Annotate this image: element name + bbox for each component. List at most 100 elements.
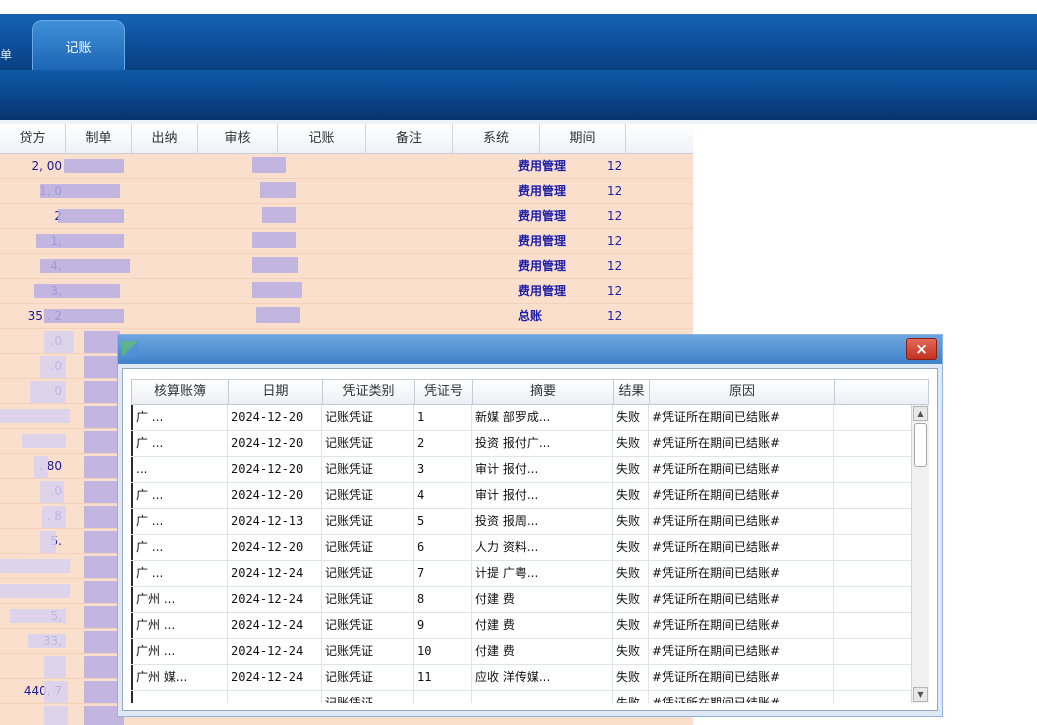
result-cell-book — [131, 691, 228, 703]
vertical-scrollbar[interactable]: ▲ ▼ — [911, 405, 929, 703]
column-header[interactable]: 期间 — [540, 124, 626, 153]
result-cell-date: 2024-12-24 — [228, 613, 322, 638]
redacted-block — [44, 681, 68, 703]
redacted-block — [0, 409, 70, 423]
table-row[interactable]: 2 费用管理 12 — [0, 204, 693, 229]
table-row[interactable]: 35 . 2总账12 — [0, 304, 693, 329]
tab-partial-label[interactable]: 单 — [0, 46, 12, 63]
result-row[interactable]: 广 ... 2024-12-13 记账凭证 5 投资 报周... 失败 #凭证所在期间已结账… — [131, 509, 911, 535]
result-cell-result: 失败 — [613, 483, 649, 508]
period-cell: 12 — [607, 184, 623, 198]
result-cell-type: 记账凭证 — [322, 431, 414, 456]
result-cell-result: 失败 — [613, 691, 649, 703]
result-cell-reason: #凭证所在期间已结账# — [649, 665, 834, 690]
scroll-down-icon[interactable]: ▼ — [913, 687, 928, 702]
result-cell-summary: 审计 报付... — [472, 457, 613, 482]
column-header[interactable]: 审核 — [198, 124, 278, 153]
table-row[interactable]: 1, 0费用管理12 — [0, 179, 693, 204]
redacted-block — [28, 634, 66, 648]
redacted-block — [256, 307, 300, 323]
result-cell-result: 失败 — [613, 405, 649, 430]
result-column-header[interactable]: 日期 — [229, 380, 323, 404]
result-cell-type: 记账凭证 — [322, 483, 414, 508]
result-row[interactable]: 广州 ... 2024-12-24 记账凭证 10 付建 费失败 #凭证所在期间已结账# — [131, 639, 911, 665]
result-cell-no: 11 — [414, 665, 472, 690]
table-row[interactable]: 1,费用管理12 — [0, 229, 693, 254]
table-row[interactable]: 4,费用管理12 — [0, 254, 693, 279]
result-cell-reason: #凭证所在期间已结账# — [649, 509, 834, 534]
result-cell-result: 失败 — [613, 431, 649, 456]
scroll-thumb[interactable] — [914, 423, 927, 467]
scroll-up-icon[interactable]: ▲ — [913, 406, 928, 421]
result-row[interactable]: 广 ... 2024-12-20 记账凭证 2 投资 报付广... 失败 #凭证所在期间已结… — [131, 431, 911, 457]
result-cell-summary: 付建 费 — [472, 639, 613, 664]
result-cell-book: 广 ... — [131, 483, 228, 508]
table-row[interactable]: 2, 00 费用管理 12 — [0, 154, 693, 179]
result-column-header[interactable]: 结果 — [614, 380, 650, 404]
result-cell-book: 广 ... — [131, 405, 228, 430]
result-cell-summary: 人力 资料... — [472, 535, 613, 560]
result-cell-type: 记账凭证 — [322, 665, 414, 690]
result-cell-book: ... — [131, 457, 228, 482]
result-cell-no: 3 — [414, 457, 472, 482]
result-cell-book: 广州 媒... — [131, 665, 228, 690]
result-cell-book: 广 ... — [131, 561, 228, 586]
result-column-header[interactable]: 核算账簿 — [132, 380, 229, 404]
result-column-header[interactable]: 凭证号 — [415, 380, 473, 404]
result-column-header[interactable]: 摘要 — [473, 380, 614, 404]
column-header[interactable]: 出纳 — [132, 124, 198, 153]
column-header[interactable]: 记账 — [278, 124, 366, 153]
result-cell-book: 广州 ... — [131, 639, 228, 664]
redacted-block — [40, 531, 56, 553]
result-row[interactable]: 记账凭证 失败 #凭证所在期间已结账# — [131, 691, 911, 703]
result-cell-type: 记账凭证 — [322, 587, 414, 612]
period-cell: 12 — [607, 159, 623, 173]
result-grid-body: 广 ... 2024-12-20 记账凭证 1 新媒 部罗成... 失败 #凭证所在期间已结… — [131, 405, 911, 703]
redacted-block — [40, 356, 66, 378]
result-row[interactable]: 广 ... 2024-12-20 记账凭证 6 人力 资料... 失败 #凭证所在期间已结账… — [131, 535, 911, 561]
result-cell-no: 8 — [414, 587, 472, 612]
redacted-block — [58, 209, 124, 223]
result-cell-reason: #凭证所在期间已结账# — [649, 535, 834, 560]
period-cell: 12 — [607, 234, 623, 248]
result-cell-result: 失败 — [613, 457, 649, 482]
result-row[interactable]: 广 ... 2024-12-20 记账凭证 1 新媒 部罗成... 失败 #凭证所在期间已结… — [131, 405, 911, 431]
top-strip — [0, 0, 1037, 14]
result-row[interactable]: 广州 ... 2024-12-24 记账凭证 9 付建 费失败 #凭证所在期间已结账# — [131, 613, 911, 639]
dialog-title-bar[interactable]: × — [118, 335, 942, 364]
result-row[interactable]: 广州 媒... 2024-12-24 记账凭证 11 应收 洋传媒... 失败 #凭证所在期… — [131, 665, 911, 691]
result-cell-type: 记账凭证 — [322, 691, 414, 703]
column-header[interactable]: 制单 — [66, 124, 132, 153]
result-column-header[interactable]: 凭证类别 — [323, 380, 415, 404]
system-cell: 费用管理 — [518, 234, 567, 248]
result-cell-result: 失败 — [613, 509, 649, 534]
dialog-body: 核算账簿 日期 凭证类别 凭证号 摘要 结果 原因 广 ... 2024-12-20 记账凭证 1… — [122, 368, 938, 711]
result-row[interactable]: ... 2024-12-20 记账凭证 3 审计 报付... 失败 #凭证所在期间已结账# — [131, 457, 911, 483]
close-icon[interactable]: × — [906, 338, 937, 360]
column-header[interactable]: 系统 — [453, 124, 540, 153]
result-cell-type: 记账凭证 — [322, 613, 414, 638]
result-cell-no: 10 — [414, 639, 472, 664]
result-cell-summary: 付建 费 — [472, 613, 613, 638]
result-row[interactable]: 广州 ... 2024-12-24 记账凭证 8 付建 费失败 #凭证所在期间已结账# — [131, 587, 911, 613]
system-cell: 总账 — [518, 309, 543, 323]
redacted-block — [44, 656, 66, 678]
column-header[interactable]: 贷方 — [0, 124, 66, 153]
result-cell-date: 2024-12-20 — [228, 457, 322, 482]
result-column-header[interactable]: 原因 — [650, 380, 835, 404]
redacted-block — [40, 184, 120, 198]
table-row[interactable]: 3,费用管理12 — [0, 279, 693, 304]
tab-bar — [0, 14, 1037, 70]
redacted-block — [252, 232, 296, 248]
result-grid-header: 核算账簿 日期 凭证类别 凭证号 摘要 结果 原因 — [131, 379, 929, 405]
tab-bookkeeping[interactable]: 记账 — [32, 20, 125, 70]
result-cell-no: 4 — [414, 483, 472, 508]
redacted-block — [262, 207, 296, 223]
result-cell-book: 广州 ... — [131, 613, 228, 638]
result-row[interactable]: 广 ... 2024-12-24 记账凭证 7 计提 广粤... 失败 #凭证所在期间已结账… — [131, 561, 911, 587]
result-row[interactable]: 广 ... 2024-12-20 记账凭证 4 审计 报付... 失败 #凭证所在期间已结账… — [131, 483, 911, 509]
result-cell-result: 失败 — [613, 665, 649, 690]
result-cell-date: 2024-12-20 — [228, 535, 322, 560]
result-cell-summary: 应收 洋传媒... — [472, 665, 613, 690]
column-header[interactable]: 备注 — [366, 124, 453, 153]
